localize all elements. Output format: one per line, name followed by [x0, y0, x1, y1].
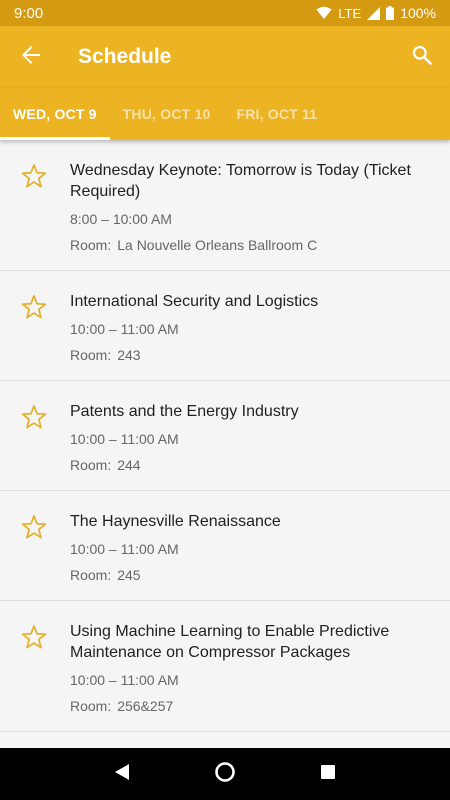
- session-time: 10:00 – 11:00 AM: [70, 672, 179, 688]
- room-label: Room:: [70, 237, 112, 253]
- tab-thu-oct-10[interactable]: THU, OCT 10: [110, 88, 224, 140]
- room-label: Room:: [70, 457, 112, 473]
- session-item[interactable]: Using Machine Learning to Enable Predict…: [0, 601, 450, 732]
- star-icon[interactable]: [20, 511, 50, 584]
- session-time: 10:00 – 11:00 AM: [70, 541, 179, 557]
- tab-fri-oct-11[interactable]: FRI, OCT 11: [223, 88, 330, 140]
- star-icon[interactable]: [20, 160, 50, 254]
- session-title: The Haynesville Renaissance: [70, 513, 281, 530]
- room-value: 243: [117, 347, 141, 363]
- star-icon[interactable]: [20, 291, 50, 364]
- session-list[interactable]: Wednesday Keynote: Tomorrow is Today (Ti…: [0, 140, 450, 748]
- battery-percentage: 100%: [400, 5, 436, 21]
- nav-recents-button[interactable]: [308, 754, 348, 794]
- day-tabs: WED, OCT 9 THU, OCT 10 FRI, OCT 11: [0, 88, 450, 140]
- room-label: Room:: [70, 567, 112, 583]
- session-item[interactable]: Patents and the Energy Industry 10:00 – …: [0, 381, 450, 491]
- room-value: 256&257: [117, 698, 174, 714]
- session-room: Room: 244: [70, 456, 434, 474]
- session-room: Room: La Nouvelle Orleans Ballroom C: [70, 236, 434, 254]
- room-label: Room:: [70, 347, 112, 363]
- session-title: Wednesday Keynote: Tomorrow is Today (Ti…: [70, 162, 411, 200]
- room-label: Room:: [70, 698, 112, 714]
- signal-icon: [367, 6, 381, 20]
- session-title: Using Machine Learning to Enable Predict…: [70, 623, 390, 661]
- session-room: Room: 245: [70, 566, 434, 584]
- session-item[interactable]: International Security and Logistics 10:…: [0, 271, 450, 381]
- arrow-back-icon: [21, 45, 41, 70]
- search-button[interactable]: [394, 26, 450, 88]
- app-bar: Schedule: [0, 26, 450, 88]
- system-nav-bar: [0, 748, 450, 800]
- page-title: Schedule: [78, 45, 172, 68]
- session-room: Room: 256&257: [70, 697, 434, 715]
- search-icon: [412, 45, 432, 70]
- recents-square-icon: [320, 764, 336, 785]
- session-item[interactable]: The Haynesville Renaissance 10:00 – 11:0…: [0, 491, 450, 601]
- session-title: Patents and the Energy Industry: [70, 403, 299, 420]
- status-icons: LTE 100%: [316, 5, 436, 21]
- network-type: LTE: [338, 5, 362, 21]
- nav-back-button[interactable]: [102, 754, 142, 794]
- session-time: 10:00 – 11:00 AM: [70, 431, 179, 447]
- tab-wed-oct-9[interactable]: WED, OCT 9: [0, 88, 110, 140]
- room-value: 245: [117, 567, 141, 583]
- star-icon[interactable]: [20, 401, 50, 474]
- session-time: 8:00 – 10:00 AM: [70, 211, 172, 227]
- room-value: 244: [117, 457, 141, 473]
- nav-home-button[interactable]: [205, 754, 245, 794]
- battery-icon: [386, 6, 395, 20]
- status-bar: 9:00 LTE 100%: [0, 0, 450, 26]
- back-button[interactable]: [0, 26, 62, 88]
- session-time: 10:00 – 11:00 AM: [70, 321, 179, 337]
- session-title: International Security and Logistics: [70, 293, 319, 310]
- back-triangle-icon: [113, 763, 131, 786]
- session-room: Room: 243: [70, 346, 434, 364]
- home-circle-icon: [214, 761, 236, 788]
- session-item[interactable]: Wednesday Keynote: Tomorrow is Today (Ti…: [0, 140, 450, 271]
- wifi-icon: [316, 6, 332, 20]
- room-value: La Nouvelle Orleans Ballroom C: [117, 237, 318, 253]
- status-time: 9:00: [14, 4, 44, 22]
- star-icon[interactable]: [20, 621, 50, 715]
